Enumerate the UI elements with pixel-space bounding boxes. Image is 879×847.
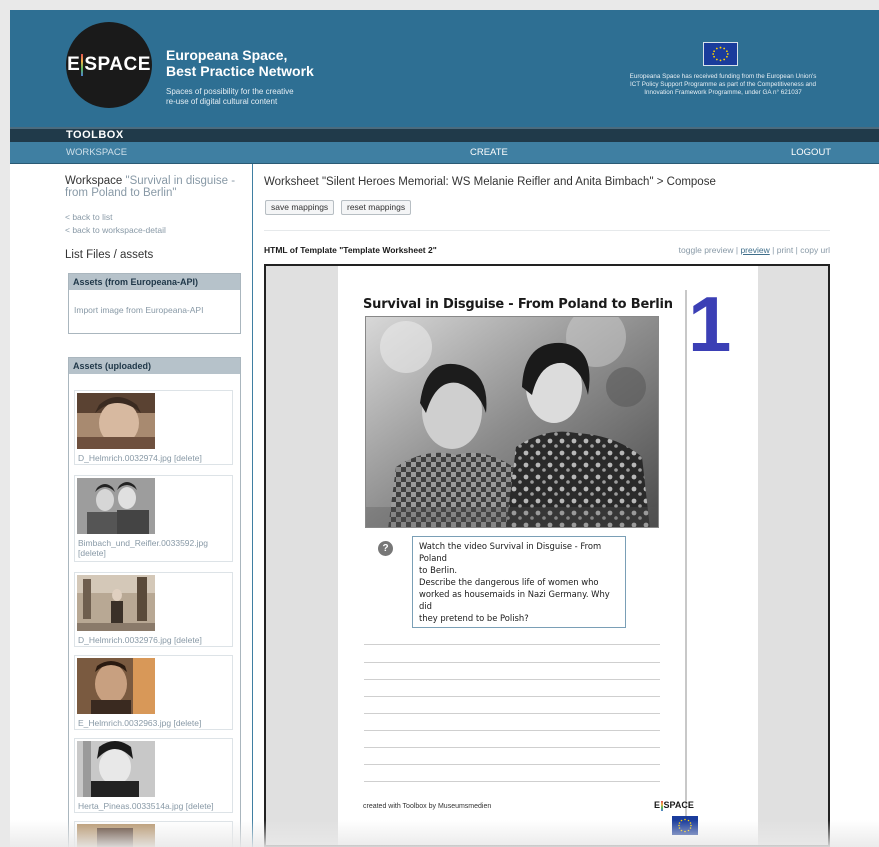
preview-link[interactable]: preview (740, 245, 769, 255)
worksheet-photo (365, 316, 659, 528)
toggle-preview-link[interactable]: toggle preview (679, 245, 734, 255)
import-europeana-link[interactable]: Import image from Europeana-API (69, 290, 240, 315)
worksheet-title: Worksheet "Silent Heroes Memorial: WS Me… (264, 176, 716, 188)
asset-item: Bimbach_und_Reifler.0033592.jpg [delete] (74, 475, 233, 562)
asset-caption: D_Helmrich.0032976.jpg [delete] (78, 635, 202, 645)
brand-line1: Europeana Space, (166, 47, 288, 63)
workspace-label: Workspace (65, 175, 123, 187)
footer-espace-logo: E SPACE (654, 800, 694, 811)
logo-color-bar (81, 54, 84, 76)
back-to-workspace-detail-link[interactable]: < back to workspace-detail (65, 225, 166, 235)
link-separator: | (772, 245, 775, 255)
header-banner: E SPACE Europeana Space, Best Practice Ne… (10, 10, 879, 127)
print-link[interactable]: print (777, 245, 794, 255)
template-preview-frame[interactable]: Survival in Disguise - From Poland to Be… (264, 264, 830, 847)
task-line: they pretend to be Polish? (419, 613, 529, 623)
answer-line (364, 679, 660, 680)
tagline-line1: Spaces of possibility for the creative (166, 87, 294, 96)
worksheet-footer: created with Toolbox by Museumsmedien (363, 803, 492, 810)
toolbox-bar: TOOLBOX (10, 127, 879, 142)
task-line: to Berlin. (419, 565, 458, 575)
template-label: HTML of Template "Template Worksheet 2" (264, 245, 437, 255)
eu-funding-line3: Innovation Framework Programme, under GA… (644, 89, 802, 96)
footer-logo-bar (661, 800, 663, 811)
task-line: worked as housemaids in Nazi Germany. Wh… (419, 589, 610, 611)
asset-thumbnail[interactable] (77, 658, 155, 714)
tagline-line2: re-use of digital cultural content (166, 97, 278, 106)
asset-thumbnail[interactable] (77, 393, 155, 449)
answer-line (364, 644, 660, 645)
task-line: Describe the dangerous life of women who (419, 577, 599, 587)
list-files-heading: List Files / assets (65, 249, 154, 261)
asset-item: D_Helmrich.0032976.jpg [delete] (74, 572, 233, 647)
asset-filename: D_Helmrich.0032976.jpg (78, 635, 172, 645)
asset-delete-link[interactable]: [delete] (174, 453, 202, 463)
asset-delete-link[interactable]: [delete] (78, 548, 106, 558)
eu-funding-notice: Europeana Space has received funding fro… (610, 73, 836, 97)
eu-funding-line1: Europeana Space has received funding fro… (629, 73, 817, 80)
save-mappings-button[interactable]: save mappings (265, 200, 335, 215)
answer-line (364, 781, 660, 782)
assets-uploaded-title: Assets (uploaded) (69, 358, 240, 374)
link-separator: | (735, 245, 739, 255)
asset-delete-link[interactable]: [delete] (186, 801, 214, 811)
toolbox-label: TOOLBOX (66, 129, 124, 141)
link-separator: | (795, 245, 798, 255)
espace-logo[interactable]: E SPACE (66, 22, 152, 108)
bottom-fade (0, 820, 879, 847)
asset-filename: E_Helmrich.0032963.jpg (78, 718, 172, 728)
assets-api-title: Assets (from Europeana-API) (69, 274, 240, 290)
eu-funding-line2: ICT Policy Support Programme as part of … (629, 81, 817, 88)
logo-text-left: E (67, 54, 81, 75)
page-content: Workspace "Survival in disguise - from P… (10, 164, 879, 847)
footer-logo-right: SPACE (663, 800, 694, 810)
asset-item: E_Helmrich.0032963.jpg [delete] (74, 655, 233, 730)
asset-thumbnail[interactable] (77, 478, 155, 534)
asset-item: Herta_Pineas.0033514a.jpg [delete] (74, 738, 233, 813)
separator (264, 230, 830, 231)
answer-line (364, 662, 660, 663)
asset-filename: Bimbach_und_Reifler.0033592.jpg (78, 538, 208, 548)
brand-block: Europeana Space, Best Practice Network S… (166, 47, 314, 107)
answer-line (364, 764, 660, 765)
reset-mappings-button[interactable]: reset mappings (341, 200, 412, 215)
asset-caption: D_Helmrich.0032974.jpg [delete] (78, 453, 202, 463)
task-line: Watch the video Survival in Disguise - F… (419, 541, 602, 563)
answer-line (364, 696, 660, 697)
worksheet-heading: Survival in Disguise - From Poland to Be… (363, 297, 673, 312)
back-to-list-link[interactable]: < back to list (65, 212, 112, 222)
asset-caption: Herta_Pineas.0033514a.jpg [delete] (78, 801, 214, 811)
asset-delete-link[interactable]: [delete] (174, 635, 202, 645)
main-nav: WORKSPACE CREATE LOGOUT (10, 142, 879, 164)
asset-caption: Bimbach_und_Reifler.0033592.jpg [delete] (78, 538, 208, 558)
asset-filename: Herta_Pineas.0033514a.jpg (78, 801, 184, 811)
eu-flag-icon (703, 42, 738, 66)
footer-logo-left: E (654, 800, 661, 810)
nav-workspace[interactable]: WORKSPACE (66, 147, 127, 158)
copy-url-link[interactable]: copy url (800, 245, 830, 255)
asset-item: D_Helmrich.0032974.jpg [delete] (74, 390, 233, 465)
assets-api-panel: Assets (from Europeana-API) Import image… (68, 273, 241, 334)
worksheet-page: Survival in Disguise - From Poland to Be… (338, 266, 758, 845)
task-text-box: Watch the video Survival in Disguise - F… (412, 536, 626, 628)
nav-logout[interactable]: LOGOUT (791, 147, 831, 158)
asset-filename: D_Helmrich.0032974.jpg (78, 453, 172, 463)
template-actions: toggle preview | preview | print | copy … (679, 245, 830, 255)
nav-create[interactable]: CREATE (470, 147, 508, 158)
answer-line (364, 713, 660, 714)
asset-thumbnail[interactable] (77, 575, 155, 631)
asset-caption: E_Helmrich.0032963.jpg [delete] (78, 718, 201, 728)
worksheet-number: 1 (688, 280, 732, 368)
answer-line (364, 747, 660, 748)
logo-text-right: SPACE (84, 54, 151, 75)
asset-delete-link[interactable]: [delete] (173, 718, 201, 728)
brand-line2: Best Practice Network (166, 63, 314, 79)
answer-line (364, 730, 660, 731)
question-icon: ? (378, 541, 393, 556)
asset-thumbnail[interactable] (77, 741, 155, 797)
workspace-title: Workspace "Survival in disguise - from P… (65, 175, 241, 199)
column-divider (252, 164, 253, 847)
margin-line (685, 290, 687, 816)
